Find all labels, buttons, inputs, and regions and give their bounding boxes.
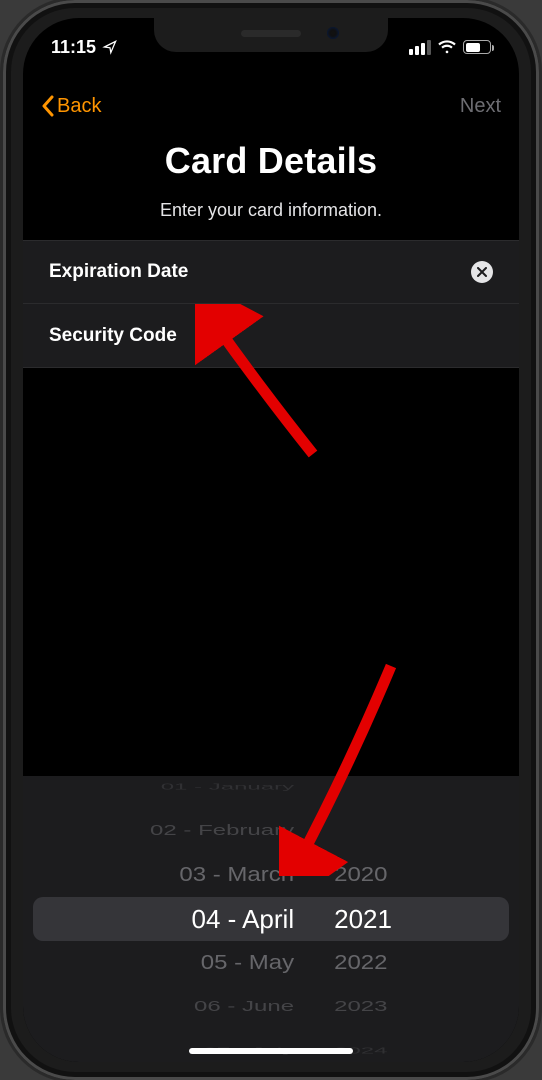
- location-icon: [102, 39, 118, 55]
- front-camera: [327, 27, 339, 39]
- picker-option-selected: 04 - April: [192, 897, 295, 941]
- next-button[interactable]: Next: [460, 95, 501, 118]
- battery-icon: [463, 40, 491, 54]
- close-icon: [477, 267, 487, 277]
- picker-option: 06 - June: [194, 994, 294, 1020]
- date-picker: 01 - January 02 - February 03 - March 04…: [23, 776, 519, 1062]
- cellular-signal-icon: [409, 40, 431, 55]
- home-indicator[interactable]: [189, 1048, 353, 1054]
- security-code-label: Security Code: [49, 325, 177, 347]
- speaker-grille: [241, 30, 301, 37]
- next-label: Next: [460, 95, 501, 117]
- month-picker-wheel[interactable]: 01 - January 02 - February 03 - March 04…: [150, 776, 294, 1062]
- status-time: 11:15: [51, 37, 96, 58]
- nav-bar: Back Next: [23, 78, 519, 134]
- page-title: Card Details: [23, 140, 519, 182]
- form: Expiration Date Security Code: [23, 240, 519, 368]
- security-code-row[interactable]: Security Code: [23, 304, 519, 368]
- picker-option: 03 - March: [179, 856, 294, 893]
- expiration-date-row[interactable]: Expiration Date: [23, 240, 519, 304]
- expiration-date-label: Expiration Date: [49, 261, 188, 283]
- phone-frame: 11:15 Back: [3, 0, 539, 1080]
- wifi-icon: [437, 39, 457, 55]
- back-button[interactable]: Back: [41, 95, 101, 118]
- notch: [154, 18, 388, 52]
- picker-option: [334, 818, 341, 844]
- picker-option: 2023: [334, 994, 387, 1020]
- chevron-left-icon: [41, 95, 55, 117]
- header: Card Details Enter your card information…: [23, 140, 519, 221]
- mute-switch: [0, 173, 3, 210]
- picker-option-selected: 2021: [334, 897, 392, 941]
- picker-option: 02 - February: [150, 818, 294, 844]
- volume-down-button: [0, 320, 3, 390]
- picker-option: 01 - January: [161, 779, 294, 794]
- picker-option: [334, 779, 341, 794]
- picker-option: 2022: [334, 944, 387, 981]
- screen: 11:15 Back: [23, 18, 519, 1062]
- year-picker-wheel[interactable]: 2020 2021 2022 2023 2024: [334, 776, 392, 1062]
- page-subtitle: Enter your card information.: [23, 200, 519, 221]
- back-label: Back: [57, 95, 101, 118]
- picker-option: 05 - May: [201, 944, 294, 981]
- volume-up-button: [0, 235, 3, 305]
- picker-option: 2020: [334, 856, 387, 893]
- clear-button[interactable]: [471, 261, 493, 283]
